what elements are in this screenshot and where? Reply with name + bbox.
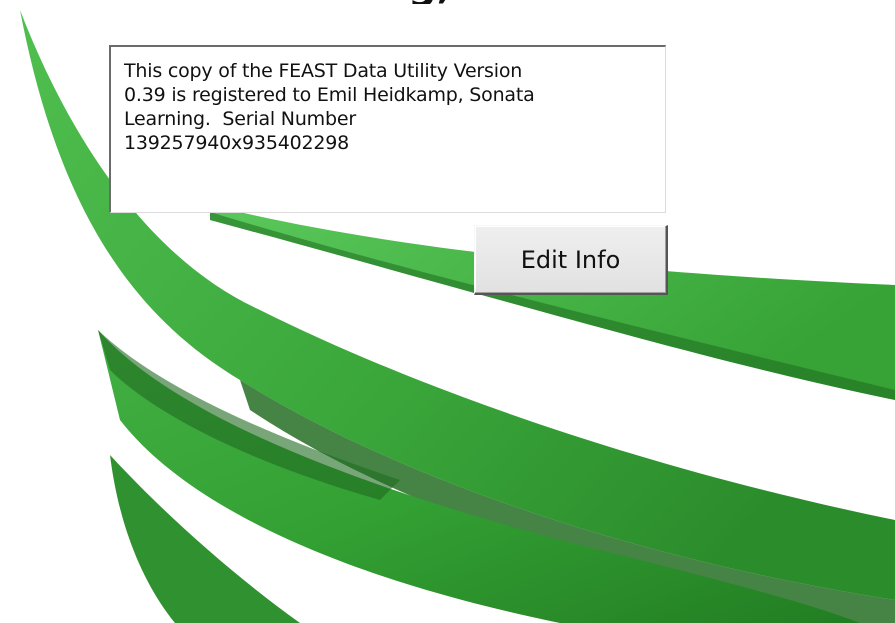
title-glyph: g, [408,0,452,4]
title-text-fragment: g, [408,0,508,4]
registration-text: This copy of the FEAST Data Utility Vers… [124,60,535,154]
splash-window: g, This copy of the FEAST Data Utility V… [0,0,895,623]
edit-info-button[interactable]: Edit Info [474,225,668,295]
registration-info-box: This copy of the FEAST Data Utility Vers… [109,45,666,213]
